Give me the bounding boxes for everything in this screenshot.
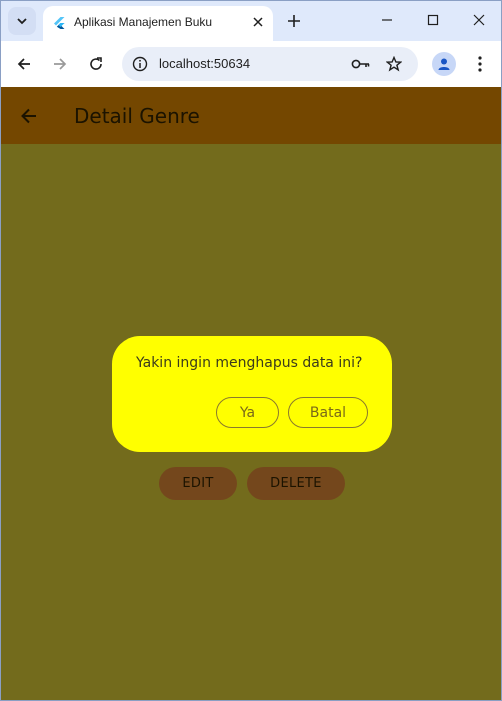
browser-toolbar: localhost:50634	[1, 41, 501, 87]
confirm-dialog: Yakin ingin menghapus data ini? Ya Batal	[112, 336, 392, 452]
tab-active[interactable]: Aplikasi Manajemen Buku	[43, 6, 273, 41]
tab-close-button[interactable]	[249, 13, 267, 31]
app-back-button[interactable]	[15, 102, 43, 130]
star-icon	[386, 56, 402, 72]
tab-search-button[interactable]	[8, 7, 36, 35]
arrow-left-icon	[21, 108, 36, 124]
forward-button[interactable]	[46, 50, 74, 78]
browser-menu-button[interactable]	[468, 52, 492, 76]
maximize-icon	[427, 14, 439, 26]
confirm-cancel-button[interactable]: Batal	[288, 397, 368, 428]
close-window-button[interactable]	[459, 5, 499, 35]
address-bar[interactable]: localhost:50634	[122, 47, 418, 81]
tab-title: Aplikasi Manajemen Buku	[74, 15, 213, 29]
arrow-left-icon	[17, 58, 30, 70]
chevron-down-icon	[17, 18, 27, 25]
app-viewport: Detail Genre EDIT DELETE Yakin ingin men…	[1, 87, 501, 700]
app-bar: Detail Genre	[1, 87, 501, 144]
minimize-icon	[382, 19, 392, 21]
reload-button[interactable]	[82, 50, 110, 78]
flutter-icon	[54, 17, 65, 29]
reload-icon	[90, 57, 102, 70]
page-title: Detail Genre	[74, 104, 200, 128]
minimize-button[interactable]	[367, 5, 407, 35]
new-tab-button[interactable]	[281, 9, 307, 33]
back-button[interactable]	[10, 50, 38, 78]
info-icon	[132, 56, 148, 72]
password-key-button[interactable]	[350, 53, 372, 75]
plus-icon	[288, 15, 300, 27]
close-icon	[253, 17, 263, 27]
tab-strip: Aplikasi Manajemen Buku	[1, 1, 501, 41]
bookmark-button[interactable]	[383, 53, 405, 75]
url-text: localhost:50634	[159, 56, 251, 71]
arrow-right-icon	[54, 58, 67, 70]
dialog-message: Yakin ingin menghapus data ini?	[136, 355, 363, 371]
key-icon	[351, 59, 370, 69]
profile-avatar[interactable]	[432, 52, 456, 76]
close-icon	[473, 14, 485, 26]
confirm-yes-button[interactable]: Ya	[216, 397, 279, 428]
delete-button[interactable]: DELETE	[247, 467, 345, 500]
edit-button[interactable]: EDIT	[159, 467, 237, 500]
site-info-button[interactable]	[129, 53, 151, 75]
maximize-button[interactable]	[413, 5, 453, 35]
person-icon	[438, 58, 450, 70]
browser-window: Aplikasi Manajemen Buku localhost:50634 …	[0, 0, 502, 701]
more-vert-icon	[478, 56, 482, 72]
